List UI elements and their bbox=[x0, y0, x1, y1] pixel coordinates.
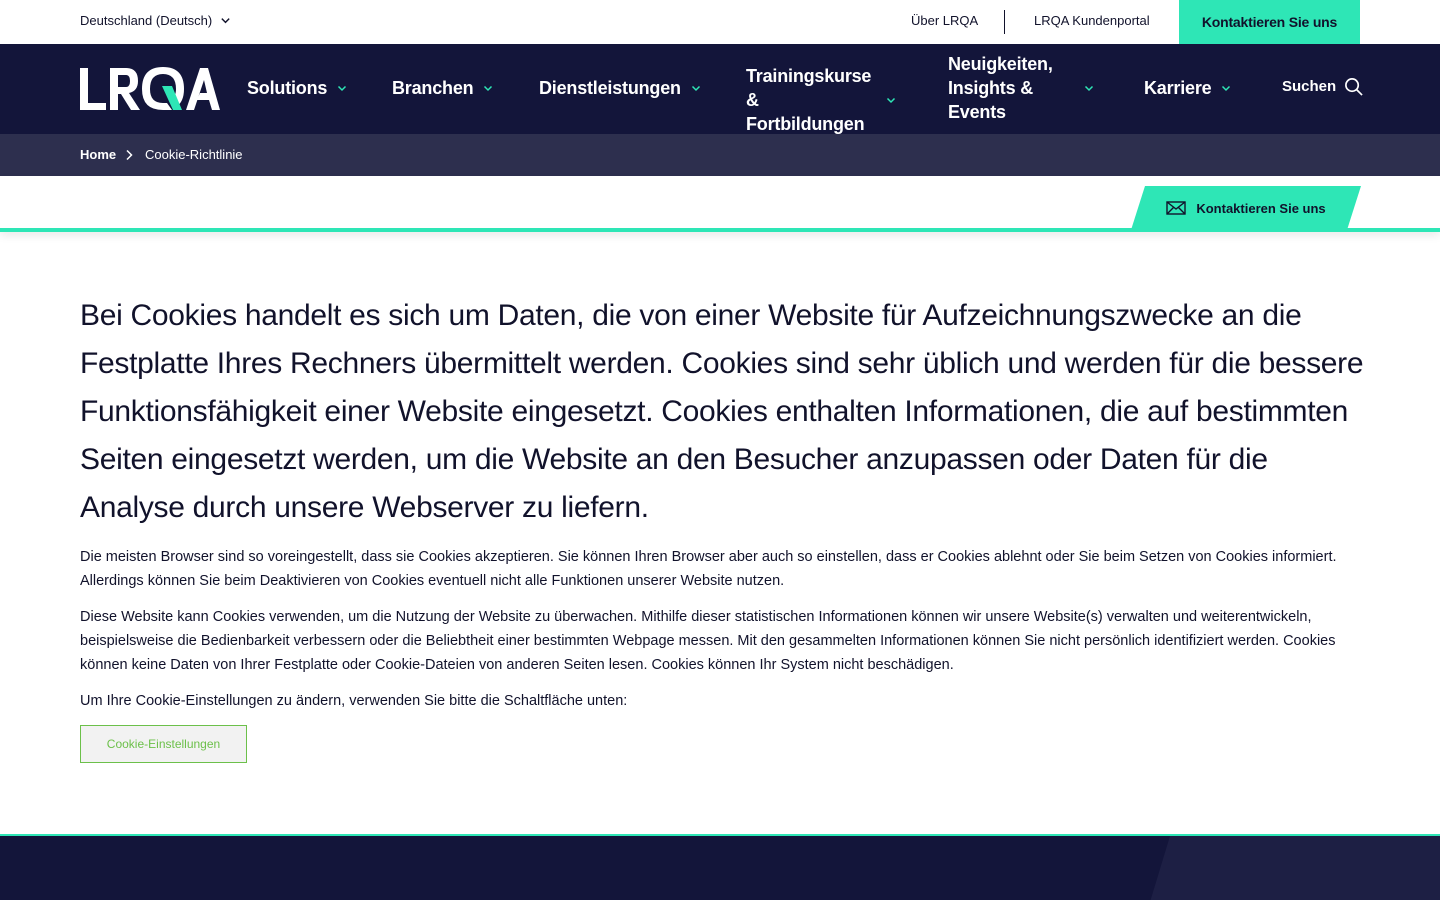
contact-strip: Kontaktieren Sie uns bbox=[0, 176, 1440, 232]
chevron-down-icon bbox=[1084, 85, 1094, 92]
about-link[interactable]: Über LRQA bbox=[911, 13, 978, 28]
nav-item-branchen[interactable]: Branchen bbox=[392, 76, 493, 100]
lrqa-logo[interactable] bbox=[80, 66, 220, 112]
paragraph-browser-settings: Die meisten Browser sind so voreingestel… bbox=[80, 549, 1337, 589]
search-label: Suchen bbox=[1282, 78, 1337, 95]
nav-item-label: Trainingskurse & Fortbildungen bbox=[746, 66, 872, 134]
nav-item-label: Neuigkeiten, Insights & Events bbox=[948, 54, 1053, 122]
nav-item-label: Branchen bbox=[392, 78, 474, 98]
chevron-down-icon bbox=[484, 85, 493, 92]
contact-strip-button[interactable]: Kontaktieren Sie uns bbox=[1131, 186, 1361, 230]
divider bbox=[1004, 10, 1005, 34]
contact-button[interactable]: Kontaktieren Sie uns bbox=[1179, 0, 1360, 44]
language-label: Deutschland (Deutsch) bbox=[80, 13, 213, 28]
breadcrumb-home[interactable]: Home bbox=[80, 147, 116, 162]
chevron-down-icon bbox=[338, 85, 347, 92]
language-selector[interactable]: Deutschland (Deutsch) bbox=[80, 13, 231, 28]
intro-text: Bei Cookies handelt es sich um Daten, di… bbox=[80, 299, 1364, 524]
nav-item-solutions[interactable]: Solutions bbox=[247, 76, 347, 100]
nav-item-neuigkeiten[interactable]: Neuigkeiten, Insights & Events bbox=[948, 52, 1094, 124]
chevron-down-icon bbox=[1222, 85, 1231, 92]
nav-item-label: Karriere bbox=[1144, 78, 1212, 98]
chevron-down-icon bbox=[221, 18, 230, 24]
nav-item-trainingskurse[interactable]: Trainingskurse & Fortbildungen bbox=[746, 64, 898, 136]
chevron-down-icon bbox=[886, 97, 896, 104]
contact-strip-label: Kontaktieren Sie uns bbox=[1196, 200, 1326, 216]
search-button[interactable]: Suchen bbox=[1282, 77, 1363, 96]
paragraph-change-settings: Um Ihre Cookie-Einstellungen zu ändern, … bbox=[80, 693, 628, 709]
breadcrumb: Home Cookie-Richtlinie bbox=[0, 134, 1440, 176]
cookie-settings-button[interactable]: Cookie-Einstellungen bbox=[80, 725, 247, 763]
breadcrumb-current: Cookie-Richtlinie bbox=[145, 147, 243, 162]
footer-decoration bbox=[1150, 836, 1440, 900]
chevron-down-icon bbox=[691, 85, 700, 92]
nav-item-label: Solutions bbox=[247, 78, 328, 98]
nav-item-karriere[interactable]: Karriere bbox=[1144, 76, 1231, 100]
paragraph-usage-monitoring: Diese Website kann Cookies verwenden, um… bbox=[80, 609, 1336, 673]
search-icon bbox=[1345, 78, 1363, 96]
main-navigation: Solutions Branchen Dienstleistungen Trai… bbox=[0, 44, 1440, 134]
utility-bar: Deutschland (Deutsch) Über LRQA LRQA Kun… bbox=[0, 0, 1440, 44]
footer bbox=[0, 834, 1440, 900]
customer-portal-link[interactable]: LRQA Kundenportal bbox=[1034, 13, 1150, 28]
nav-item-label: Dienstleistungen bbox=[539, 78, 681, 98]
nav-item-dienstleistungen[interactable]: Dienstleistungen bbox=[539, 76, 701, 100]
mail-icon bbox=[1166, 201, 1187, 215]
chevron-right-icon bbox=[126, 149, 133, 161]
